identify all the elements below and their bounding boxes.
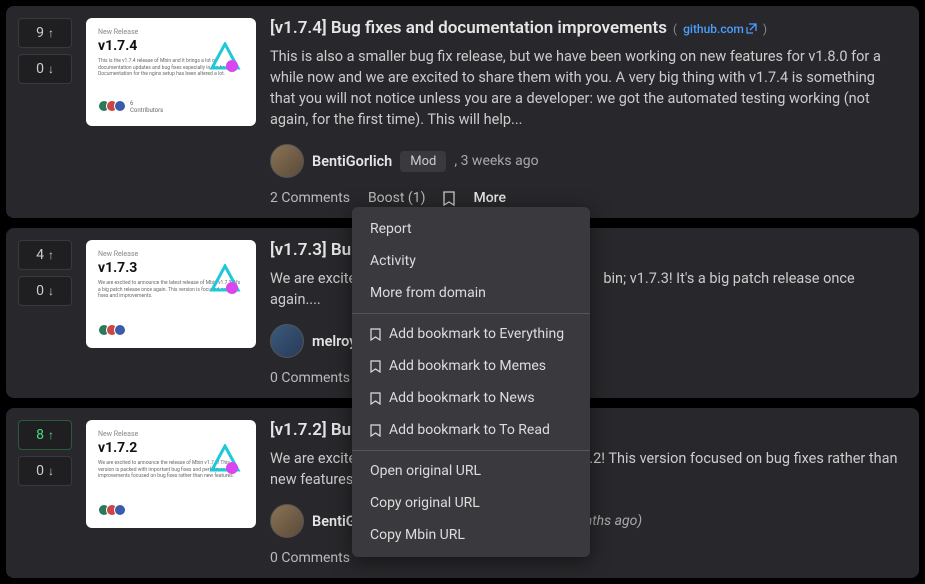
comments-link[interactable]: 0 Comments: [270, 370, 350, 386]
more-button[interactable]: More: [473, 190, 506, 206]
post-content: [v1.7.4] Bug fixes and documentation imp…: [270, 18, 903, 206]
boost-button[interactable]: Boost (1): [368, 190, 426, 206]
bookmark-icon: [370, 360, 381, 373]
bookmark-icon: [370, 392, 381, 405]
logo-icon: [208, 42, 242, 76]
external-link-icon: [746, 23, 757, 37]
post-thumbnail[interactable]: New Release v1.7.2 We are excited to ann…: [86, 420, 256, 528]
post-title-link[interactable]: [v1.7.2] Bu: [270, 420, 351, 440]
author-link[interactable]: melroy: [312, 333, 356, 350]
arrow-down-icon: ↓: [48, 284, 54, 298]
menu-bookmark-toread[interactable]: Add bookmark to To Read: [352, 414, 590, 446]
comments-link[interactable]: 0 Comments: [270, 550, 350, 566]
menu-bookmark-memes[interactable]: Add bookmark to Memes: [352, 350, 590, 382]
menu-copy-url[interactable]: Copy original URL: [352, 487, 590, 519]
avatar[interactable]: [270, 504, 304, 538]
avatar[interactable]: [270, 144, 304, 178]
mod-badge: Mod: [400, 151, 446, 172]
upvote-button[interactable]: 9 ↑: [18, 18, 72, 48]
vote-column: 4 ↑ 0 ↓: [18, 240, 72, 386]
post-card: 9 ↑ 0 ↓ New Release v1.7.4 This is the v…: [6, 6, 919, 218]
avatar[interactable]: [270, 324, 304, 358]
post-thumbnail[interactable]: New Release v1.7.3 We are excited to ann…: [86, 240, 256, 348]
bookmark-icon: [443, 191, 455, 206]
logo-icon: [208, 444, 242, 478]
upvote-count: 8: [36, 427, 44, 443]
post-meta: BentiGorlich Mod , 3 weeks ago: [270, 144, 903, 178]
downvote-button[interactable]: 0 ↓: [18, 456, 72, 486]
bookmark-button[interactable]: [443, 191, 455, 206]
menu-separator: [352, 450, 590, 451]
menu-bookmark-news[interactable]: Add bookmark to News: [352, 382, 590, 414]
timestamp: , 3 weeks ago: [454, 153, 538, 169]
upvote-count: 9: [36, 25, 44, 41]
downvote-count: 0: [36, 61, 44, 77]
post-actions: 0 Comments: [270, 550, 903, 566]
menu-more-domain[interactable]: More from domain: [352, 277, 590, 309]
comments-link[interactable]: 2 Comments: [270, 190, 350, 206]
vote-column: 9 ↑ 0 ↓: [18, 18, 72, 206]
post-actions: 2 Comments Boost (1) More: [270, 190, 903, 206]
upvote-button[interactable]: 8 ↑: [18, 420, 72, 450]
menu-bookmark-everything[interactable]: Add bookmark to Everything: [352, 318, 590, 350]
menu-activity[interactable]: Activity: [352, 245, 590, 277]
menu-report[interactable]: Report: [352, 213, 590, 245]
bookmark-icon: [370, 328, 381, 341]
menu-open-url[interactable]: Open original URL: [352, 455, 590, 487]
arrow-up-icon: ↑: [48, 248, 54, 262]
menu-separator: [352, 313, 590, 314]
upvote-count: 4: [36, 247, 44, 263]
logo-icon: [208, 264, 242, 298]
upvote-button[interactable]: 4 ↑: [18, 240, 72, 270]
downvote-count: 0: [36, 463, 44, 479]
post-title-link[interactable]: [v1.7.4] Bug fixes and documentation imp…: [270, 18, 667, 38]
author-link[interactable]: BentiGorlich: [312, 153, 392, 170]
arrow-down-icon: ↓: [48, 464, 54, 478]
downvote-count: 0: [36, 283, 44, 299]
domain-link[interactable]: github.com: [683, 22, 757, 37]
arrow-down-icon: ↓: [48, 62, 54, 76]
post-title-link[interactable]: [v1.7.3] Bu: [270, 240, 351, 260]
arrow-up-icon: ↑: [48, 428, 54, 442]
downvote-button[interactable]: 0 ↓: [18, 54, 72, 84]
post-thumbnail[interactable]: New Release v1.7.4 This is the v1.7.4 re…: [86, 18, 256, 126]
bookmark-icon: [370, 424, 381, 437]
arrow-up-icon: ↑: [48, 26, 54, 40]
downvote-button[interactable]: 0 ↓: [18, 276, 72, 306]
more-dropdown: Report Activity More from domain Add boo…: [352, 207, 590, 557]
post-body: This is also a smaller bug fix release, …: [270, 46, 903, 130]
vote-column: 8 ↑ 0 ↓: [18, 420, 72, 566]
